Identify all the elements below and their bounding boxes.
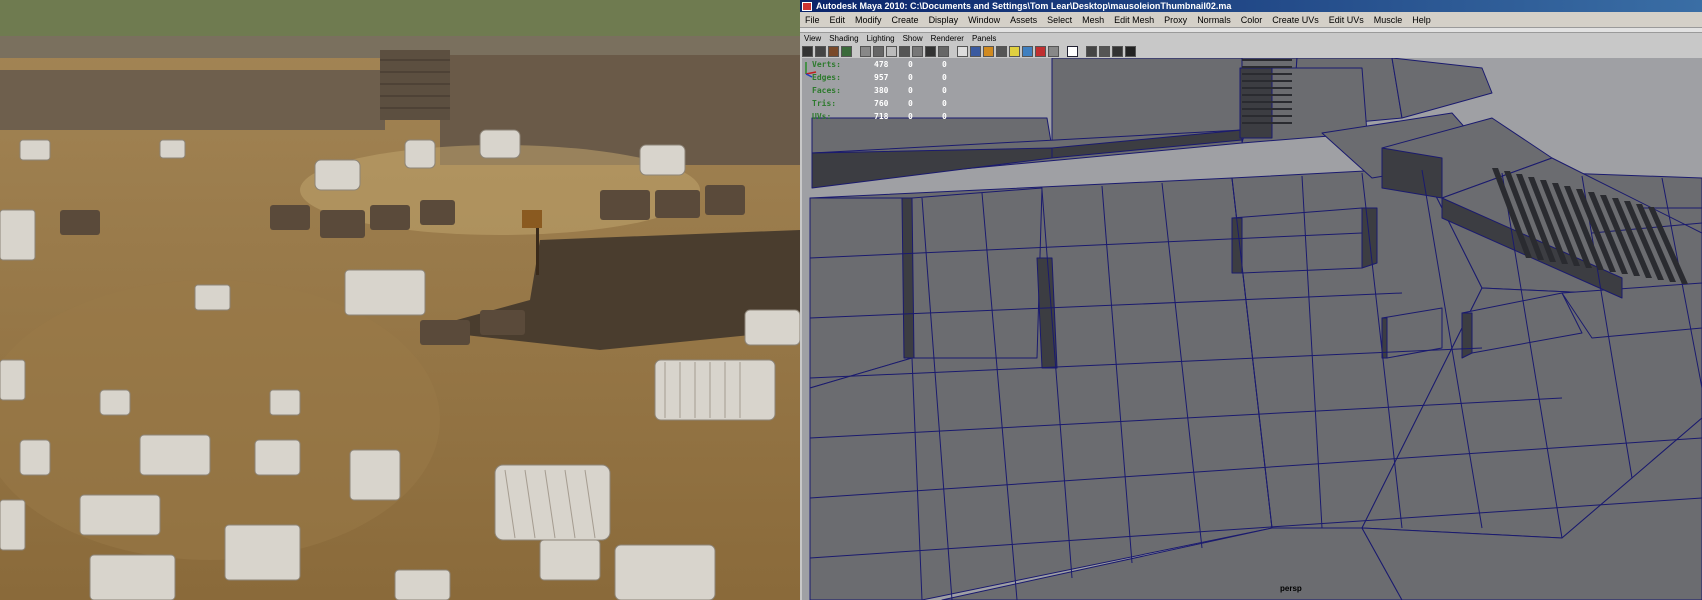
- menu-mesh[interactable]: Mesh: [1077, 15, 1109, 25]
- mesh-face: [1391, 58, 1493, 119]
- hud-row-uvs: UVs: 718 0 0: [812, 110, 976, 123]
- mesh-face: [1231, 217, 1243, 274]
- hud-value: 760: [874, 99, 889, 108]
- panel-menu-panels[interactable]: Panels: [968, 34, 1000, 43]
- mesh-face: [1461, 312, 1473, 359]
- hud-value: 957: [874, 73, 889, 82]
- mausoleion-mesh: [809, 58, 1702, 600]
- hud-value: 478: [874, 60, 889, 69]
- maya-window: Autodesk Maya 2010: C:\Documents and Set…: [800, 0, 1702, 600]
- film-gate-icon[interactable]: [886, 45, 897, 57]
- hud-label: UVs:: [812, 112, 832, 121]
- title-bar: Autodesk Maya 2010: C:\Documents and Set…: [800, 0, 1702, 12]
- ruins-photo-image: [0, 0, 800, 600]
- image-plane-icon[interactable]: [860, 45, 871, 57]
- menu-edit-uvs[interactable]: Edit UVs: [1324, 15, 1369, 25]
- shadows-icon[interactable]: [1035, 45, 1046, 57]
- mesh-face: [809, 357, 923, 600]
- camera-attributes-icon[interactable]: [828, 45, 839, 57]
- bounding-box-icon[interactable]: [996, 45, 1007, 57]
- main-menubar: File Edit Modify Create Display Window A…: [800, 12, 1702, 28]
- hud-label: Faces:: [812, 86, 841, 95]
- menu-muscle[interactable]: Muscle: [1369, 15, 1408, 25]
- panel-menu-lighting[interactable]: Lighting: [863, 34, 899, 43]
- hud-value: 0: [908, 73, 913, 82]
- hud-value: 0: [908, 60, 913, 69]
- panel-menu-view[interactable]: View: [800, 34, 825, 43]
- wireframe-icon[interactable]: [957, 45, 968, 57]
- menu-create[interactable]: Create: [887, 15, 924, 25]
- hud-value: 718: [874, 112, 889, 121]
- menu-edit[interactable]: Edit: [825, 15, 851, 25]
- frame-all-icon[interactable]: [1125, 45, 1136, 57]
- field-chart-icon[interactable]: [925, 45, 936, 57]
- textured-icon[interactable]: [1022, 45, 1033, 57]
- ruins-photo: [0, 0, 800, 600]
- panel-menu-renderer[interactable]: Renderer: [927, 34, 968, 43]
- gate-mask-icon[interactable]: [912, 45, 923, 57]
- hud-value: 0: [908, 99, 913, 108]
- grid-icon[interactable]: [873, 45, 884, 57]
- window-title: Autodesk Maya 2010: C:\Documents and Set…: [816, 1, 1232, 11]
- hud-value: 0: [942, 112, 947, 121]
- hud-value: 0: [908, 112, 913, 121]
- view-axis-icon: [805, 62, 817, 78]
- menu-color[interactable]: Color: [1236, 15, 1268, 25]
- hud-row-edges: Edges: 957 0 0: [812, 71, 976, 84]
- menu-normals[interactable]: Normals: [1192, 15, 1236, 25]
- panel-menubar: View Shading Lighting Show Renderer Pane…: [800, 33, 1702, 44]
- menu-window[interactable]: Window: [963, 15, 1005, 25]
- hud-row-verts: Verts: 478 0 0: [812, 58, 976, 71]
- mesh-face: [1231, 207, 1363, 274]
- safe-action-icon[interactable]: [938, 45, 949, 57]
- menu-modify[interactable]: Modify: [850, 15, 887, 25]
- isolate-select-icon[interactable]: [1067, 45, 1078, 57]
- hud-value: 0: [942, 73, 947, 82]
- menu-edit-mesh[interactable]: Edit Mesh: [1109, 15, 1159, 25]
- panel-menu-shading[interactable]: Shading: [825, 34, 862, 43]
- hud-value: 380: [874, 86, 889, 95]
- hud-value: 0: [942, 86, 947, 95]
- backface-icon[interactable]: [1112, 45, 1123, 57]
- menu-display[interactable]: Display: [924, 15, 964, 25]
- hud-row-faces: Faces: 380 0 0: [812, 84, 976, 97]
- menu-proxy[interactable]: Proxy: [1159, 15, 1192, 25]
- menu-select[interactable]: Select: [1042, 15, 1077, 25]
- default-light-icon[interactable]: [1009, 45, 1020, 57]
- mesh-face: [911, 187, 1043, 359]
- poly-count-hud: Verts: 478 0 0 Edges: 957 0 0 Faces: 380…: [812, 58, 976, 123]
- menu-create-uvs[interactable]: Create UVs: [1267, 15, 1324, 25]
- flat-shade-icon[interactable]: [983, 45, 994, 57]
- high-quality-icon[interactable]: [1048, 45, 1059, 57]
- persp-viewport[interactable]: Verts: 478 0 0 Edges: 957 0 0 Faces: 380…: [802, 58, 1702, 600]
- smooth-shade-icon[interactable]: [970, 45, 981, 57]
- camera-label: persp: [1280, 584, 1302, 593]
- mesh-face: [901, 197, 915, 359]
- lock-camera-icon[interactable]: [815, 45, 826, 57]
- xray-icon[interactable]: [1086, 45, 1097, 57]
- hud-label: Tris:: [812, 99, 837, 108]
- select-camera-icon[interactable]: [802, 45, 813, 57]
- mesh-face: [811, 147, 1053, 189]
- hud-row-tris: Tris: 760 0 0: [812, 97, 976, 110]
- menu-file[interactable]: File: [800, 15, 825, 25]
- panel-toolbar: [800, 44, 1702, 58]
- hud-value: 0: [908, 86, 913, 95]
- maya-app-icon: [802, 1, 812, 11]
- menu-assets[interactable]: Assets: [1005, 15, 1042, 25]
- menu-help[interactable]: Help: [1407, 15, 1436, 25]
- mesh-face: [809, 197, 913, 389]
- resolution-gate-icon[interactable]: [899, 45, 910, 57]
- hud-value: 0: [942, 99, 947, 108]
- hud-value: 0: [942, 60, 947, 69]
- bookmark-icon[interactable]: [841, 45, 852, 57]
- xray-joints-icon[interactable]: [1099, 45, 1110, 57]
- panel-menu-show[interactable]: Show: [899, 34, 927, 43]
